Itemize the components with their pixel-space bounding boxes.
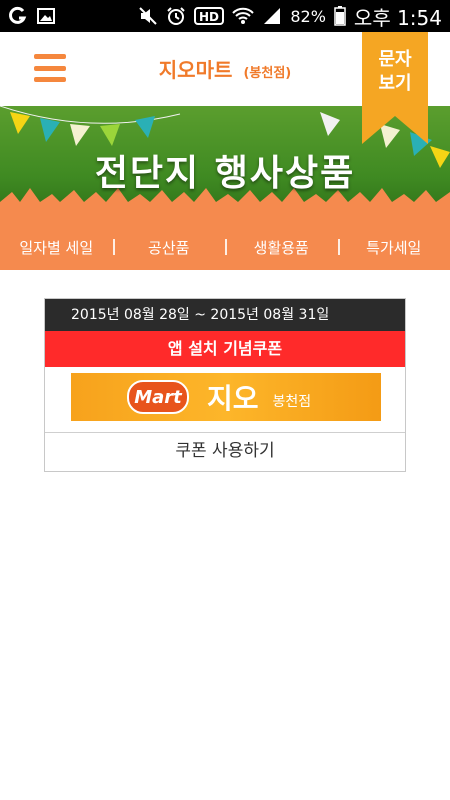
use-coupon-button[interactable]: 쿠폰 사용하기: [45, 433, 405, 471]
coupon-date-range: 2015년 08월 28일 ~ 2015년 08월 31일: [45, 299, 405, 331]
hd-icon: HD: [194, 6, 225, 26]
alarm-icon: [166, 6, 186, 26]
coupon-title: 앱 설치 기념쿠폰: [45, 331, 405, 367]
nav-item-daily-sale[interactable]: 일자별 세일: [0, 237, 113, 258]
clock-time: 오후 1:54: [353, 5, 442, 30]
category-nav: 일자별 세일 공산품 생활용품 특가세일: [0, 224, 450, 270]
mute-icon: [138, 6, 158, 26]
carrier-g-icon: [8, 6, 28, 26]
battery-icon: [334, 6, 346, 26]
coupon-logo-row: Mart 지오 봉천점: [45, 367, 405, 433]
battery-percent: 82%: [290, 6, 326, 26]
sms-view-label: 문자 보기: [378, 49, 412, 94]
mart-logo-branch: 봉천점: [272, 394, 312, 410]
gallery-icon: [36, 6, 56, 26]
nav-item-household-goods[interactable]: 생활용품: [225, 237, 338, 258]
store-name: 지오마트: [158, 58, 233, 82]
signal-icon: [262, 6, 282, 26]
wifi-icon: [232, 6, 255, 26]
nav-item-special-sale[interactable]: 특가세일: [337, 237, 450, 258]
mart-badge: Mart: [127, 380, 189, 414]
status-bar: HD 82% 오후 1:54: [0, 0, 450, 32]
status-right-icons: HD 82% 오후 1:54: [138, 2, 442, 31]
coupon-card: 2015년 08월 28일 ~ 2015년 08월 31일 앱 설치 기념쿠폰 …: [44, 298, 406, 472]
banner-title: 전단지 행사상품: [94, 153, 356, 194]
store-branch: (봉천점): [243, 66, 292, 81]
mart-logo-image: Mart 지오 봉천점: [71, 373, 381, 421]
sms-view-button[interactable]: 문자 보기: [362, 32, 428, 144]
status-left-icons: [8, 6, 56, 26]
hd-label: HD: [199, 10, 219, 24]
nav-item-industrial-goods[interactable]: 공산품: [112, 237, 226, 258]
mart-logo-name: 지오: [207, 382, 259, 415]
